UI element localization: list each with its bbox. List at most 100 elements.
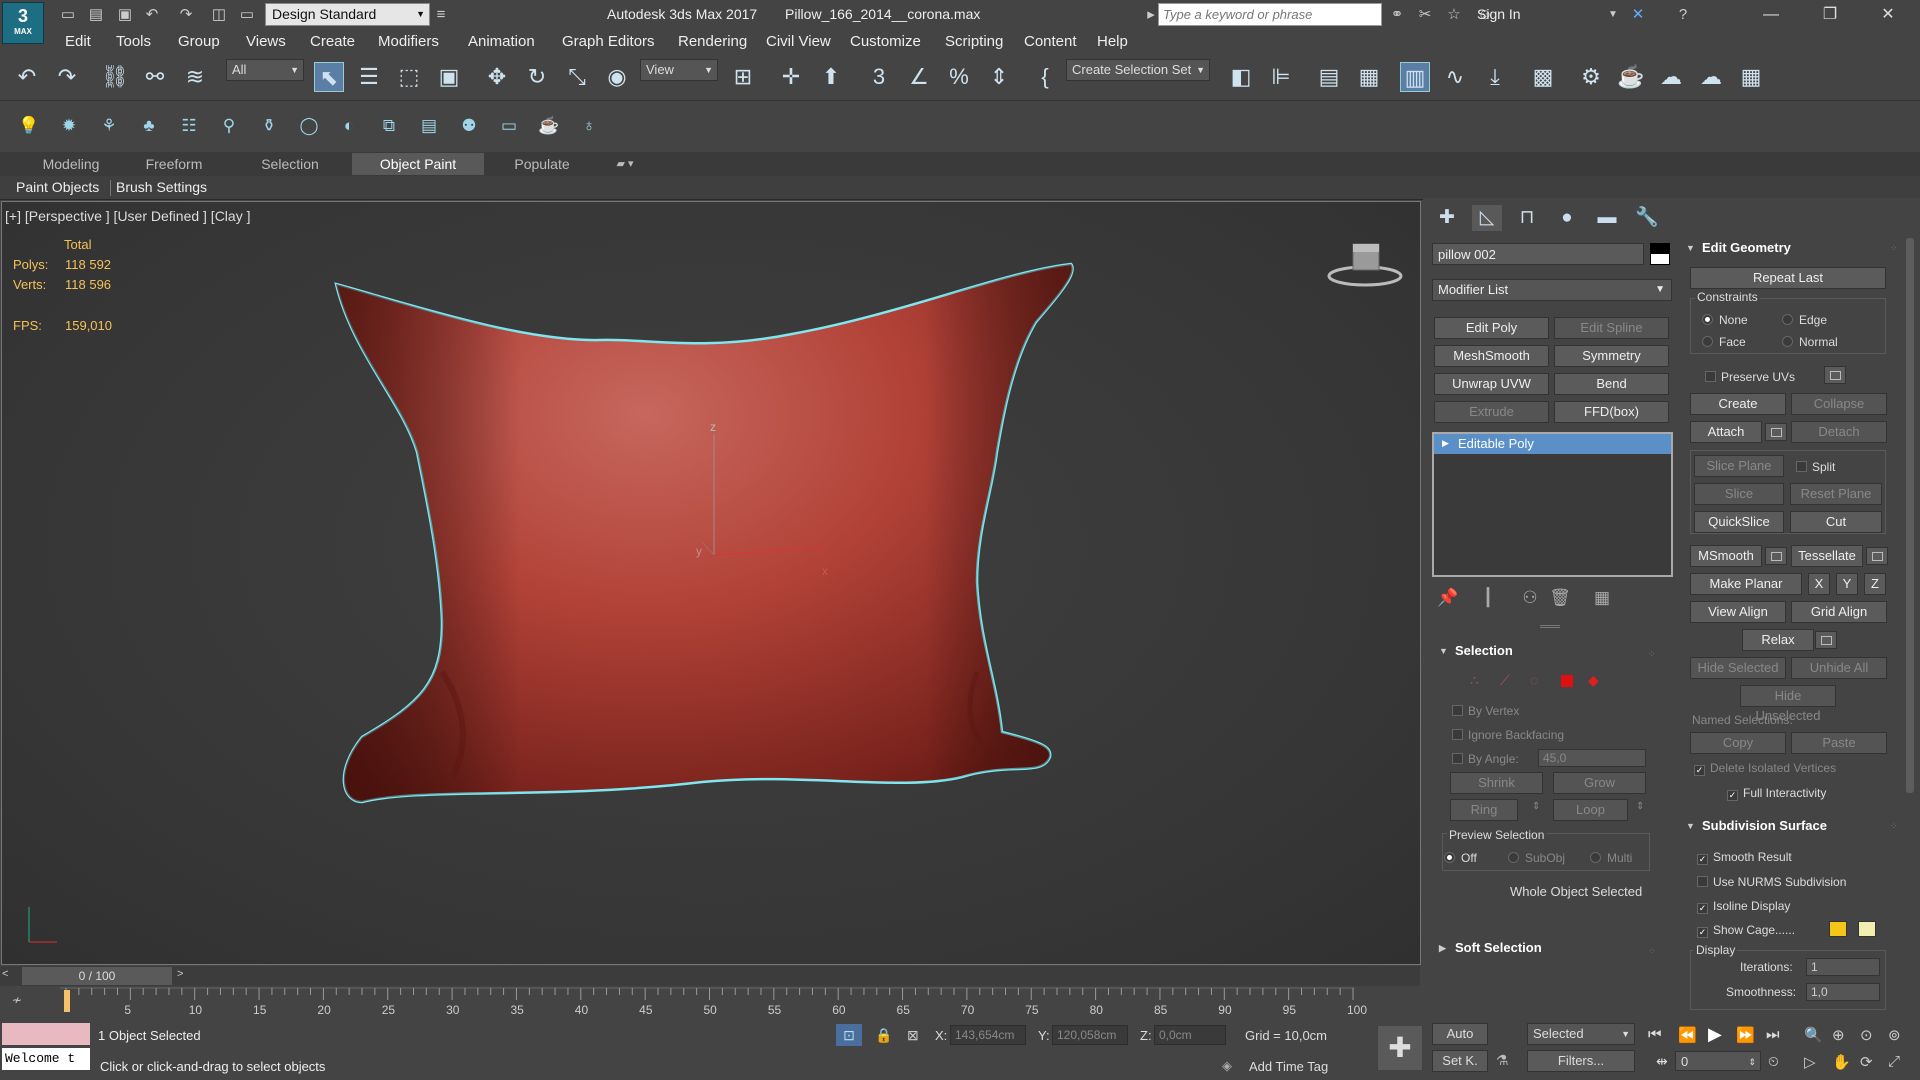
delete-isolated-vertices-checkbox[interactable]: ✓ Delete Isolated Vertices xyxy=(1694,761,1836,776)
brush-settings-panel[interactable]: Brush Settings xyxy=(116,179,207,195)
time-tag-icon[interactable]: ◈ xyxy=(1222,1058,1232,1074)
play-icon[interactable]: ▶ xyxy=(1708,1024,1722,1045)
full-interactivity-checkbox[interactable]: ✓ Full Interactivity xyxy=(1727,786,1826,801)
restore-button[interactable]: ❐ xyxy=(1802,0,1858,30)
go-to-start-icon[interactable]: ⏮ xyxy=(1648,1026,1662,1043)
select-by-name-icon[interactable]: ☰ xyxy=(354,62,384,92)
set-key-button[interactable]: Set K. xyxy=(1432,1050,1488,1072)
ignore-backfacing-checkbox[interactable]: Ignore Backfacing xyxy=(1452,728,1564,742)
spinner-snap-icon[interactable]: ⇕ xyxy=(984,62,1014,92)
rotate-icon[interactable]: ↻ xyxy=(522,62,552,92)
named-selection-set-dropdown[interactable]: Create Selection Set ▼ xyxy=(1066,59,1210,81)
open-file-icon[interactable]: ▤ xyxy=(85,4,107,26)
modifier-extrude-button[interactable]: Extrude xyxy=(1434,401,1549,423)
tab-freeform[interactable]: Freeform xyxy=(122,153,226,175)
material-editor-icon[interactable]: ▩ xyxy=(1528,62,1558,92)
modifier-ffd-box-button[interactable]: FFD(box) xyxy=(1554,401,1669,423)
select-object-icon[interactable]: ⬉ xyxy=(314,62,344,92)
by-vertex-checkbox[interactable]: By Vertex xyxy=(1452,704,1519,718)
polygon-mode-icon[interactable] xyxy=(1561,675,1573,687)
show-cage-checkbox[interactable]: ✓ Show Cage...... xyxy=(1697,923,1795,938)
ring-icon[interactable]: ◯ xyxy=(297,114,321,138)
repeat-last-button[interactable]: Repeat Last xyxy=(1690,267,1886,289)
folder-icon[interactable]: ▭ xyxy=(236,4,258,26)
preview-off-radio[interactable]: Off xyxy=(1444,851,1477,865)
new-scene-icon[interactable]: ▭ xyxy=(57,4,79,26)
msmooth-settings-icon[interactable] xyxy=(1765,547,1787,565)
menu-customize[interactable]: Customize xyxy=(850,33,921,50)
iterations-spinner[interactable]: 1 xyxy=(1806,958,1880,976)
create-tab-icon[interactable]: ✚ xyxy=(1432,205,1462,231)
paste-button[interactable]: Paste xyxy=(1791,732,1887,754)
rollout-grip-icon[interactable]: ⁘ xyxy=(1648,649,1656,660)
z-coordinate-field[interactable]: 0,0cm xyxy=(1154,1025,1226,1045)
select-manipulate-icon[interactable]: ✛ xyxy=(776,62,806,92)
pan-view-icon[interactable]: ✋ xyxy=(1832,1053,1851,1071)
constraint-edge-radio[interactable]: Edge xyxy=(1782,313,1827,327)
schematic-view-icon[interactable]: ⤓ xyxy=(1480,62,1510,92)
copy-button[interactable]: Copy xyxy=(1690,732,1786,754)
menu-create[interactable]: Create xyxy=(310,33,355,50)
element-mode-icon[interactable]: ◆ xyxy=(1588,672,1599,689)
modifier-unwrap-uvw-button[interactable]: Unwrap UVW xyxy=(1434,373,1549,395)
help-icon[interactable]: ? xyxy=(1672,4,1694,26)
angle-spinner[interactable]: 45,0 xyxy=(1538,749,1646,767)
configure-modifier-sets-icon[interactable]: ▦ xyxy=(1590,586,1614,610)
undo-icon[interactable]: ↶ xyxy=(12,62,42,92)
cage-color-swatch[interactable] xyxy=(1829,921,1847,937)
time-configuration-icon[interactable]: ⏲ xyxy=(1768,1053,1779,1070)
mini-curve-editor-icon[interactable]: ≁ xyxy=(12,993,22,1007)
frame-icon[interactable]: ⧉ xyxy=(377,114,401,138)
edit-geometry-rollout-header[interactable]: Edit Geometry xyxy=(1682,237,1902,259)
zoom-extents-all-icon[interactable]: ⊚ xyxy=(1888,1026,1901,1044)
bind-space-warp-icon[interactable]: ≋ xyxy=(180,62,210,92)
planar-y-button[interactable]: Y xyxy=(1836,573,1858,595)
preview-subobj-radio[interactable]: SubObj xyxy=(1508,851,1565,865)
set-key-icon[interactable]: ✚ xyxy=(1378,1026,1422,1070)
absolute-mode-icon[interactable]: ⊠ xyxy=(907,1027,919,1044)
film-icon[interactable]: ▤ xyxy=(417,114,441,138)
menu-help[interactable]: Help xyxy=(1097,33,1128,50)
relax-button[interactable]: Relax xyxy=(1742,629,1814,651)
viewcube[interactable] xyxy=(1325,240,1405,290)
plant-icon[interactable]: ⚲ xyxy=(217,114,241,138)
motion-tab-icon[interactable]: ● xyxy=(1552,205,1582,231)
link-icon[interactable]: ⛓ xyxy=(100,62,130,92)
render-iterative-icon[interactable]: ☁ xyxy=(1696,62,1726,92)
smoothness-spinner[interactable]: 1,0 xyxy=(1806,983,1880,1001)
layer-explorer-icon[interactable]: ▦ xyxy=(1354,62,1384,92)
modifier-meshsmooth-button[interactable]: MeshSmooth xyxy=(1434,345,1549,367)
move-icon[interactable]: ✥ xyxy=(482,62,512,92)
redo-icon[interactable]: ↷ xyxy=(175,4,197,26)
slice-plane-button[interactable]: Slice Plane xyxy=(1694,455,1784,477)
perspective-viewport[interactable]: z y x xyxy=(1,201,1421,965)
reset-plane-button[interactable]: Reset Plane xyxy=(1790,483,1882,505)
use-nurms-checkbox[interactable]: Use NURMS Subdivision xyxy=(1697,875,1846,889)
make-unique-icon[interactable]: ⚇ xyxy=(1518,586,1542,610)
stack-item-editable-poly[interactable]: Editable Poly xyxy=(1434,434,1671,454)
zoom-all-icon[interactable]: ⊕ xyxy=(1832,1026,1845,1044)
modify-tab-icon[interactable]: ◺ xyxy=(1472,205,1502,231)
loop-button[interactable]: Loop xyxy=(1553,799,1628,821)
menu-rendering[interactable]: Rendering xyxy=(678,33,747,50)
tessellate-settings-icon[interactable] xyxy=(1866,547,1888,565)
object-color-swatch[interactable] xyxy=(1650,243,1670,265)
attach-button[interactable]: Attach xyxy=(1690,421,1762,443)
menu-content[interactable]: Content xyxy=(1024,33,1077,50)
render-production-icon[interactable]: ☁ xyxy=(1656,62,1686,92)
quickslice-button[interactable]: QuickSlice xyxy=(1694,511,1784,533)
light-bulb-icon[interactable]: 💡 xyxy=(17,114,41,138)
x-coordinate-field[interactable]: 143,654cm xyxy=(950,1025,1026,1045)
viewport-label-menu[interactable]: [+] [Perspective ] [User Defined ] [Clay… xyxy=(5,208,251,224)
smooth-result-checkbox[interactable]: ✓ Smooth Result xyxy=(1697,850,1792,865)
workspace-dropdown[interactable]: Design Standard ▼ xyxy=(265,3,430,26)
search-input[interactable]: Type a keyword or phrase xyxy=(1158,3,1382,26)
rollout-grip-icon[interactable]: ⁘ xyxy=(1890,243,1898,254)
redo-icon[interactable]: ↷ xyxy=(52,62,82,92)
tab-object-paint[interactable]: Object Paint xyxy=(352,153,484,175)
unlink-icon[interactable]: ⚯ xyxy=(140,62,170,92)
time-slider[interactable] xyxy=(0,966,1420,986)
window-crossing-icon[interactable]: ▣ xyxy=(434,62,464,92)
modifier-list-dropdown[interactable]: Modifier List ▼ xyxy=(1432,279,1672,301)
constraint-normal-radio[interactable]: Normal xyxy=(1782,335,1838,349)
